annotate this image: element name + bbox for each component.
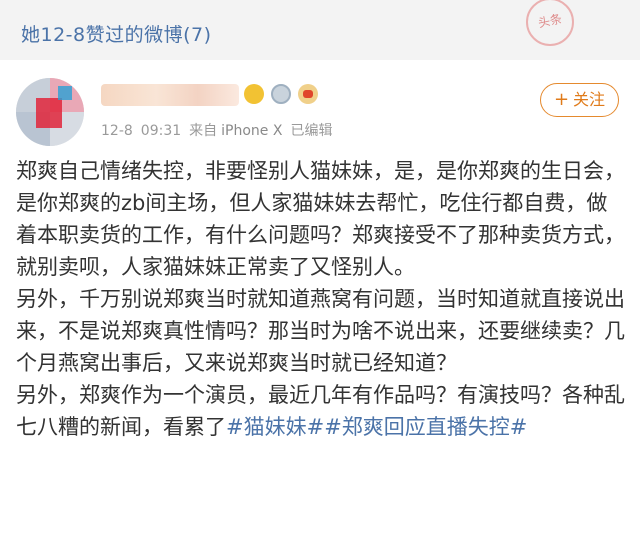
medal-badge-icon <box>271 84 291 104</box>
avatar-block <box>58 86 72 100</box>
post-date: 12-8 <box>101 123 133 139</box>
stamp-text: 头条 <box>536 11 564 31</box>
post-paragraph: 郑爽自己情绪失控，非要怪别人猫妹妹，是，是你郑爽的生日会，是你郑爽的zb间主场，… <box>16 159 625 279</box>
avatar[interactable] <box>16 78 84 146</box>
post-time: 09:31 <box>140 123 182 139</box>
page-header: 她12-8赞过的微博(7) 头条 <box>0 0 640 60</box>
vip-badge-icon <box>244 84 264 104</box>
username-blurred[interactable] <box>101 84 239 106</box>
plus-icon: + <box>553 89 570 110</box>
post-paragraph: 另外，郑爽作为一个演员，最近几年有作品吗？有演技吗？各种乱七八糟的新闻，看累了#… <box>16 379 628 443</box>
weibo-post-card: 12-8 09:31 来自 iPhone X 已编辑 + 关注 郑爽自己情绪失控，非要怪别… <box>0 60 640 556</box>
liked-posts-title[interactable]: 她12-8赞过的微博(7) <box>21 20 212 47</box>
edited-label[interactable]: 已编辑 <box>290 123 332 139</box>
post-meta: 12-8 09:31 来自 iPhone X 已编辑 <box>101 120 340 140</box>
hashtag-link[interactable]: #猫妹妹# <box>226 415 324 439</box>
fan-badge-icon <box>298 84 318 104</box>
source-prefix: 来自 <box>189 123 218 139</box>
follow-label: 关注 <box>573 90 606 109</box>
watermark-stamp: 头条 <box>526 0 574 46</box>
follow-button[interactable]: + 关注 <box>540 83 619 117</box>
hashtag-link[interactable]: #郑爽回应直播失控# <box>324 415 527 439</box>
source-device[interactable]: iPhone X <box>221 123 282 139</box>
avatar-block <box>36 98 62 128</box>
post-body: 郑爽自己情绪失控，非要怪别人猫妹妹，是，是你郑爽的生日会，是你郑爽的zb间主场，… <box>16 155 628 443</box>
post-paragraph: 另外，千万别说郑爽当时就知道燕窝有问题，当时知道就直接说出来，不是说郑爽真性情吗… <box>16 287 625 375</box>
